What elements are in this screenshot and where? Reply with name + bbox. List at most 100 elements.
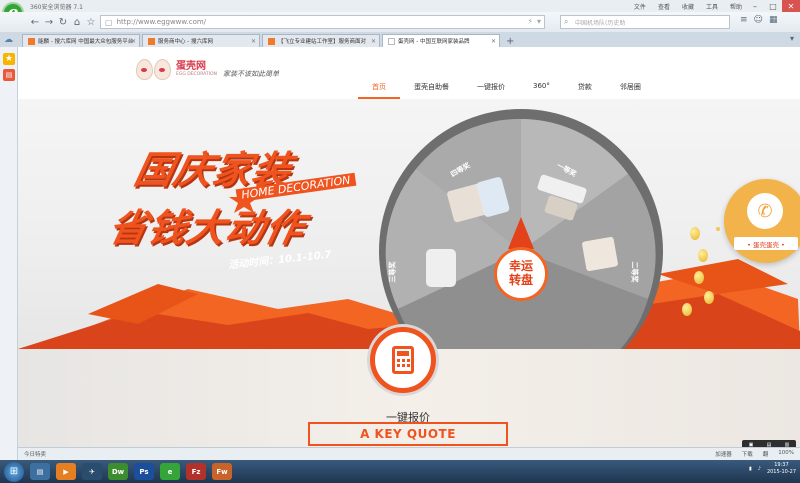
egg-logo-icon xyxy=(136,59,153,80)
nav-home[interactable]: 首页 xyxy=(358,82,400,99)
nav-buffet[interactable]: 蛋壳自助餐 xyxy=(400,82,463,99)
dropdown-chevron-icon[interactable]: ▾ xyxy=(537,17,541,26)
menu-file[interactable]: 文件 xyxy=(634,2,646,11)
forward-arrow-icon[interactable]: → xyxy=(42,15,56,29)
minimize-button[interactable]: – xyxy=(746,0,764,12)
page-icon: ▢ xyxy=(105,17,113,27)
tab-favicon xyxy=(148,37,155,45)
site-header: 蛋壳网 EGG DECORATION 家装不该如此简单 首页 蛋壳自助餐 一键报… xyxy=(18,47,800,99)
a-key-quote-button[interactable]: A KEY QUOTE xyxy=(308,422,508,446)
gold-coin-icon xyxy=(704,291,714,304)
wheel-segment-label: 三等奖 xyxy=(388,261,397,283)
window-controls: – □ ✕ xyxy=(746,0,800,12)
site-logo-name: 蛋壳网 xyxy=(176,61,206,72)
tab-feili-studio[interactable]: 【飞立专业建站工作室】服务商面对 ✕ xyxy=(262,34,380,47)
extensions-icon[interactable]: ▦ xyxy=(769,15,778,25)
site-logo-sub: EGG DECORATION xyxy=(176,72,217,77)
tab-favicon xyxy=(268,37,275,45)
prize-product xyxy=(426,249,456,287)
maximize-button[interactable]: □ xyxy=(764,0,782,12)
site-logo[interactable]: 蛋壳网 EGG DECORATION xyxy=(136,59,217,80)
status-translate[interactable]: 翻 xyxy=(763,450,769,458)
site-main-nav: 首页 蛋壳自助餐 一键报价 360° 贷款 邻居圈 xyxy=(358,82,655,99)
new-tab-button[interactable]: + xyxy=(506,36,514,47)
egg-logo-icon xyxy=(154,59,171,80)
search-placeholder: 中国机场队(历史助 xyxy=(575,19,626,27)
gold-coin-icon xyxy=(694,271,704,284)
tab-list-chevron-icon[interactable]: ▾ xyxy=(790,34,794,43)
media-player-icon[interactable]: ▶ xyxy=(56,463,76,480)
promo-banner[interactable]: 国庆家装 HOME DECORATION 省钱大动作 活动时间：10.1-10.… xyxy=(18,99,800,349)
taskbar-clock[interactable]: 19:37 2015-10-27 xyxy=(767,462,796,475)
phone-icon: ✆ xyxy=(747,193,783,229)
calculator-button[interactable] xyxy=(370,327,436,393)
status-daily-deals[interactable]: 今日特卖 xyxy=(24,450,46,458)
filezilla-app[interactable]: Fz xyxy=(186,463,206,480)
menu-favorites[interactable]: 收藏 xyxy=(682,2,694,11)
windows-taskbar: ⊞ ▤ ▶ ✈ Dw Ps e Fz Fw ▮ ♪ 19:37 2015-10-… xyxy=(0,460,800,483)
gold-coin-icon xyxy=(690,227,700,240)
close-window-button[interactable]: ✕ xyxy=(782,0,800,12)
address-bar[interactable]: ▢ http://www.eggwww.com/ ⚡ ▾ xyxy=(100,15,545,29)
menu-icon[interactable]: ≡ xyxy=(740,15,748,25)
tab-close-icon[interactable]: ✕ xyxy=(371,38,376,45)
calculator-icon xyxy=(392,346,414,374)
cloud-icon[interactable]: ☁ xyxy=(4,35,13,45)
address-url: http://www.eggwww.com/ xyxy=(116,18,207,26)
menu-tools[interactable]: 工具 xyxy=(706,2,718,11)
explorer-icon[interactable]: ▤ xyxy=(30,463,50,480)
browser-titlebar: 360安全浏览器 7.1 文件 查看 收藏 工具 帮助 – □ ✕ xyxy=(0,0,800,12)
wheel-center-line1: 幸运 xyxy=(508,259,533,274)
clock-date: 2015-10-27 xyxy=(766,468,796,475)
photoshop-app[interactable]: Ps xyxy=(134,463,154,480)
gold-coin-icon xyxy=(682,303,692,316)
status-download[interactable]: 下载 xyxy=(742,450,753,458)
volume-icon[interactable]: ♪ xyxy=(758,466,761,472)
tab-service-center[interactable]: 服务商中心 - 搜六库网 ✕ xyxy=(142,34,260,47)
menu-view[interactable]: 查看 xyxy=(658,2,670,11)
web-page: 蛋壳网 EGG DECORATION 家装不该如此简单 首页 蛋壳自助餐 一键报… xyxy=(18,47,800,447)
nav-quote[interactable]: 一键报价 xyxy=(463,82,519,99)
search-input[interactable]: ⌕ 中国机场队(历史助 xyxy=(560,15,730,29)
tab-close-icon[interactable]: ✕ xyxy=(251,38,256,45)
browser-status-bar: 今日特卖 加速器 下载 翻 100% xyxy=(18,447,800,460)
tab-close-icon[interactable]: ✕ xyxy=(491,38,496,45)
back-arrow-icon[interactable]: ← xyxy=(28,15,42,29)
nav-360[interactable]: 360° xyxy=(519,82,564,99)
favorites-star-icon[interactable]: ★ xyxy=(3,53,15,65)
airplane-icon[interactable]: ✈ xyxy=(82,463,102,480)
site-slogan: 家装不该如此简单 xyxy=(223,70,279,78)
lucky-wheel-button[interactable]: 幸运 转盘 xyxy=(494,247,548,301)
hotline-label: • 蛋壳蛋壳 • xyxy=(734,237,798,250)
wheel-segment-label: 二等奖 xyxy=(630,261,639,283)
status-right-items: 加速器 下载 翻 100% xyxy=(715,450,794,458)
browser-sidebar: ★ ▤ xyxy=(0,47,18,460)
favorite-star-icon[interactable]: ☆ xyxy=(84,15,98,29)
tab-zhubajie[interactable]: 能麟 - 搜六库网 中国最大众包服务平台 ✕ xyxy=(22,34,140,47)
browser-menu-bar: 文件 查看 收藏 工具 帮助 xyxy=(634,0,742,12)
wheel-center-line2: 转盘 xyxy=(508,273,533,287)
tab-favicon xyxy=(388,37,395,45)
fireworks-app[interactable]: Fw xyxy=(212,463,232,480)
nav-loan[interactable]: 贷款 xyxy=(564,82,606,99)
status-accelerator[interactable]: 加速器 xyxy=(715,450,732,458)
gold-coin-icon xyxy=(698,249,708,262)
hotline-badge[interactable]: ✆ • 蛋壳蛋壳 • xyxy=(724,179,800,263)
browser-toolbar: ← → ↻ ⌂ ☆ ▢ http://www.eggwww.com/ ⚡ ▾ ⌕… xyxy=(0,12,800,32)
menu-help[interactable]: 帮助 xyxy=(730,2,742,11)
status-zoom[interactable]: 100% xyxy=(778,450,794,458)
start-button[interactable]: ⊞ xyxy=(4,461,24,482)
network-icon[interactable]: ▮ xyxy=(749,466,752,472)
home-icon[interactable]: ⌂ xyxy=(70,15,84,29)
tab-close-icon[interactable]: ✕ xyxy=(131,38,136,45)
user-icon[interactable]: ☺ xyxy=(754,15,763,25)
system-tray: ▮ ♪ 19:37 2015-10-27 xyxy=(749,462,796,475)
notes-icon[interactable]: ▤ xyxy=(3,69,15,81)
lightning-icon[interactable]: ⚡ xyxy=(527,17,533,26)
360-browser-icon[interactable]: e xyxy=(160,463,180,480)
quote-section: 一键报价 A KEY QUOTE xyxy=(18,327,800,447)
tab-eggwww[interactable]: 蛋壳网 - 中国互联网家装品牌 ✕ xyxy=(382,34,500,47)
refresh-icon[interactable]: ↻ xyxy=(56,15,70,29)
dreamweaver-app[interactable]: Dw xyxy=(108,463,128,480)
nav-neighbors[interactable]: 邻居圈 xyxy=(606,82,655,99)
